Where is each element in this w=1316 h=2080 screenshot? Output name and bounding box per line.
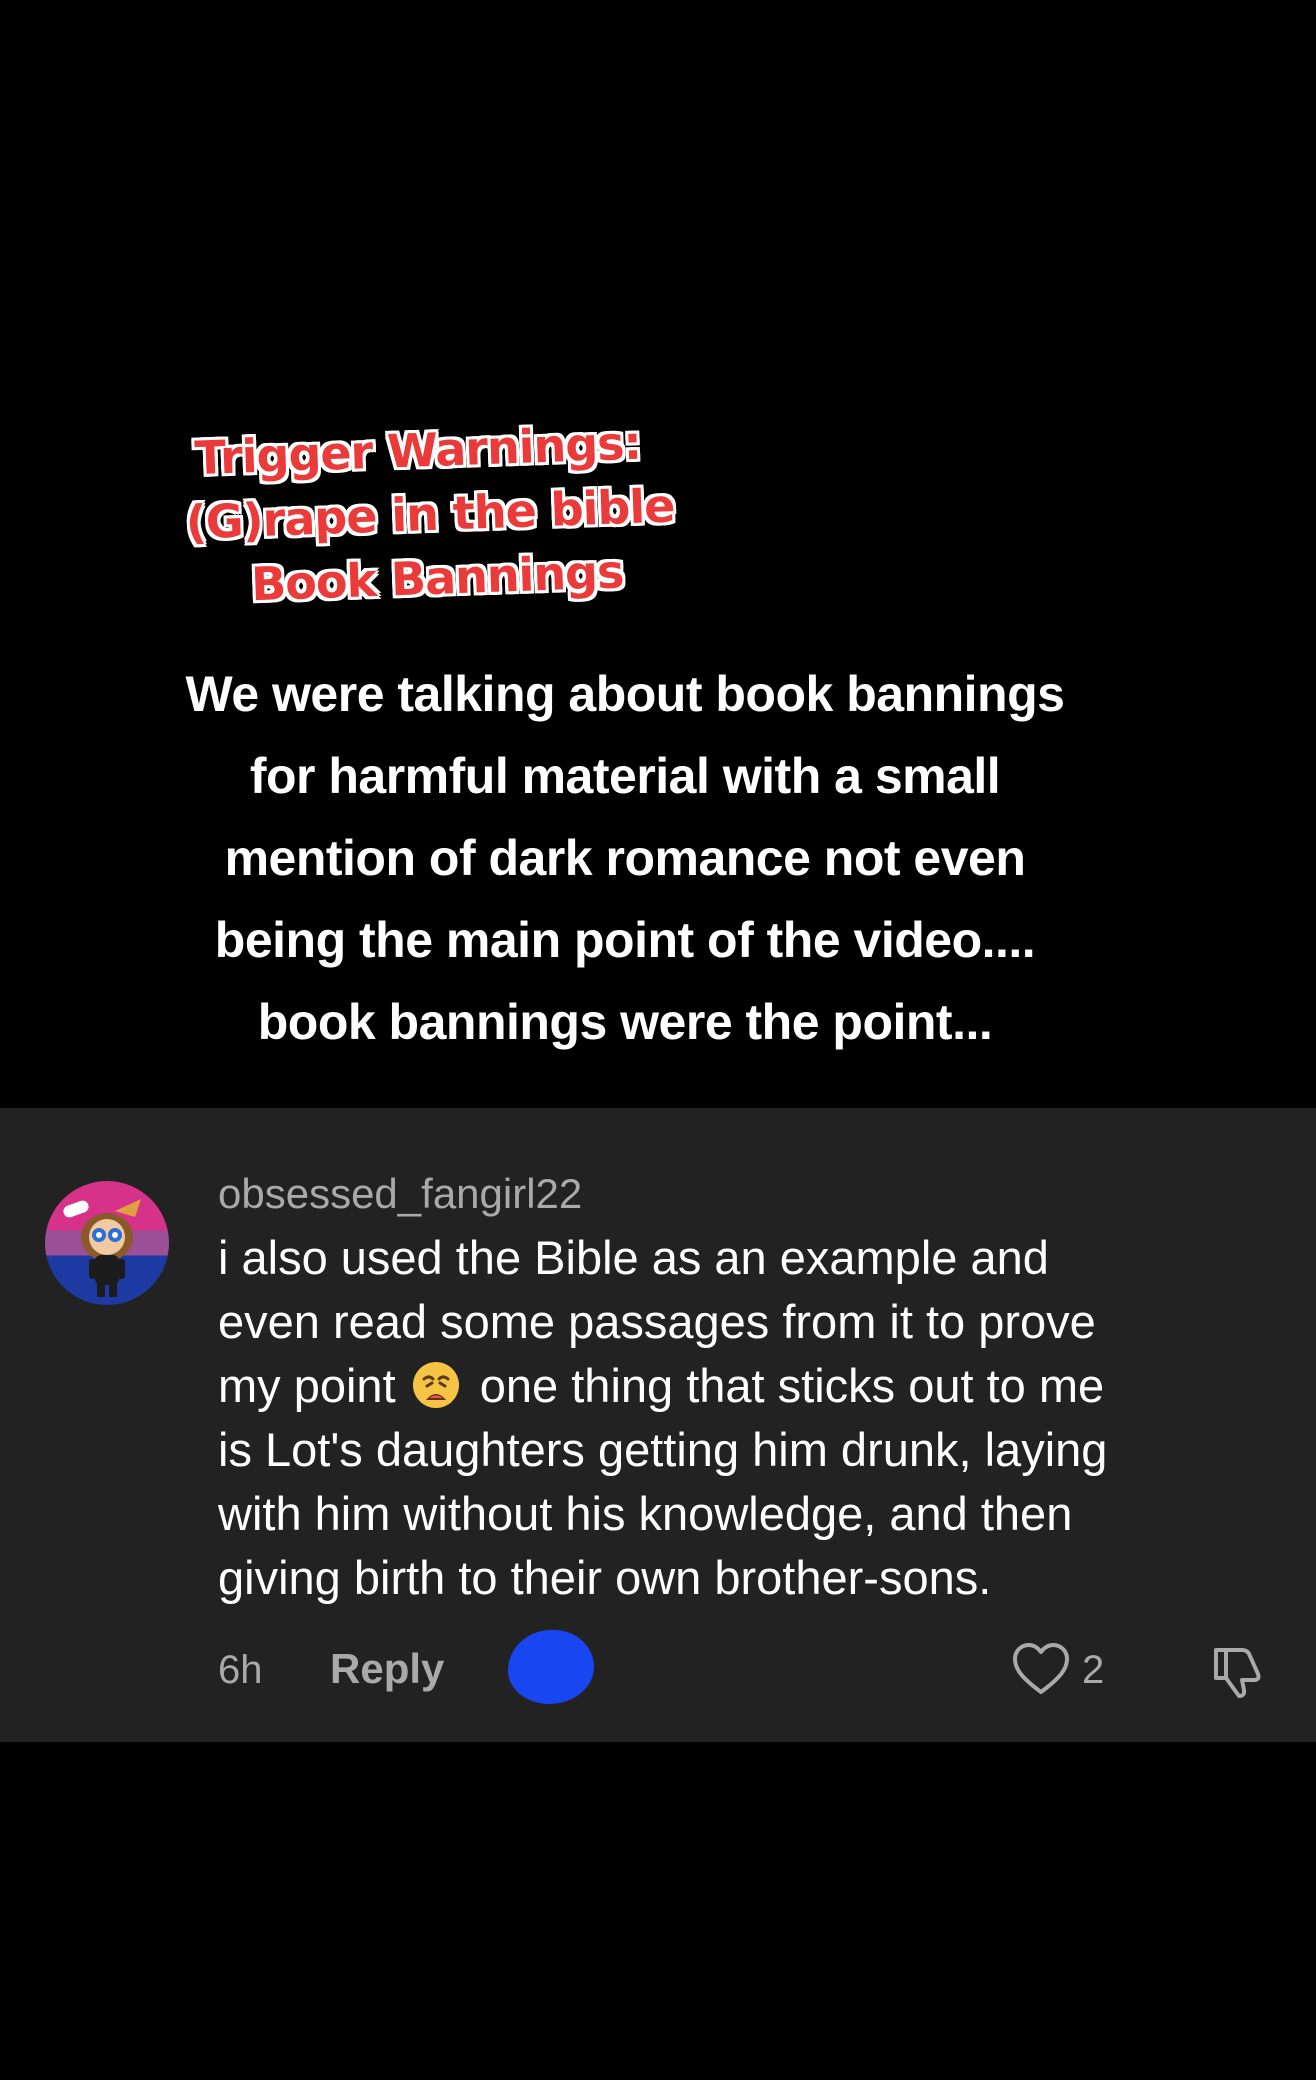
- comment-line-part: my point: [218, 1359, 396, 1412]
- comment-line: i also used the Bible as an example and: [218, 1231, 1049, 1284]
- comment-text: i also used the Bible as an example and …: [218, 1226, 1288, 1610]
- comment-line: even read some passages from it to prove: [218, 1295, 1096, 1348]
- dislike-button[interactable]: [1208, 1640, 1268, 1700]
- avatar-character-icon: [63, 1199, 141, 1297]
- comment-actions: 6h Reply 2: [0, 1630, 1316, 1710]
- caption-line: We were talking about book bannings: [185, 666, 1065, 722]
- comment-line-part: one thing that sticks out to me: [479, 1359, 1105, 1412]
- heart-icon: [1013, 1643, 1069, 1694]
- redaction-blob: [508, 1630, 594, 1704]
- caption-line: book bannings were the point...: [257, 994, 993, 1050]
- comment-line: giving birth to their own brother-sons.: [218, 1551, 992, 1604]
- comment-line: with him without his knowledge, and then: [218, 1487, 1073, 1540]
- like-count: 2: [1082, 1648, 1105, 1692]
- caption-line: being the main point of the video....: [214, 912, 1036, 968]
- comment-line-with-emoji: my point one thing that sticks out to me: [218, 1354, 1288, 1418]
- avatar[interactable]: [45, 1181, 169, 1305]
- caption-line: for harmful material with a small: [249, 748, 1001, 804]
- caption-line: mention of dark romance not even: [224, 830, 1026, 886]
- thumbs-down-icon: [1214, 1648, 1261, 1698]
- comment-username[interactable]: obsessed_fangirl22: [218, 1168, 582, 1220]
- video-overlay-warnings: Trigger Warnings: (G)rape in the bible B…: [147, 408, 713, 619]
- reply-button[interactable]: Reply: [330, 1644, 444, 1694]
- like-button[interactable]: [1012, 1642, 1070, 1696]
- comment-line: is Lot's daughters getting him drunk, la…: [218, 1423, 1108, 1476]
- weary-face-emoji-icon: [411, 1360, 461, 1410]
- video-caption: We were talking about book bannings for …: [100, 653, 1150, 1063]
- comment-timestamp: 6h: [218, 1648, 263, 1692]
